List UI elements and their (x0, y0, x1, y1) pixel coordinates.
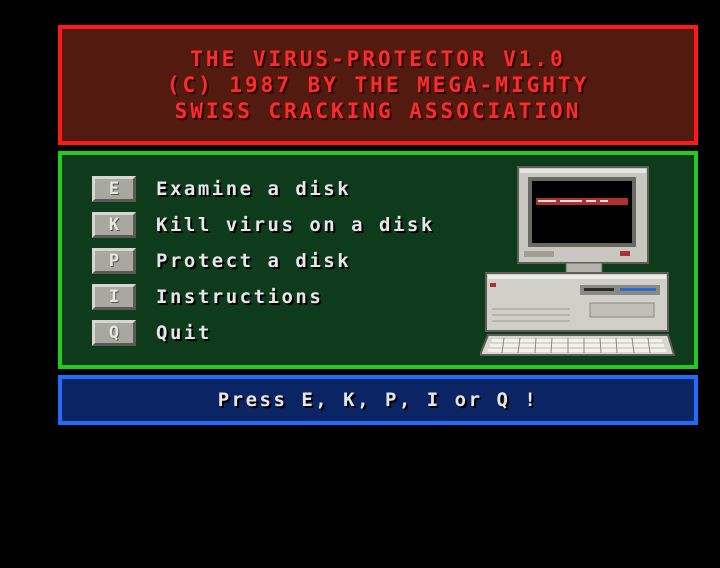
key-button-e[interactable]: E (92, 176, 136, 202)
menu-item-examine[interactable]: E Examine a disk (92, 175, 351, 203)
title-line-1: THE VIRUS-PROTECTOR V1.0 (190, 47, 566, 71)
prompt-text: Press E, K, P, I or Q ! (217, 389, 539, 411)
key-button-i[interactable]: I (92, 284, 136, 310)
amiga-computer-icon (480, 166, 676, 356)
menu-item-instructions[interactable]: I Instructions (92, 283, 323, 311)
menu-panel: E Examine a disk K Kill virus on a disk … (58, 151, 698, 369)
title-line-2: (C) 1987 BY THE MEGA-MIGHTY (166, 73, 590, 97)
menu-item-kill-virus[interactable]: K Kill virus on a disk (92, 211, 435, 239)
menu-label-instructions: Instructions (156, 286, 324, 308)
menu-label-protect: Protect a disk (156, 250, 352, 272)
menu-label-kill-virus: Kill virus on a disk (156, 214, 435, 236)
menu-item-protect[interactable]: P Protect a disk (92, 247, 351, 275)
key-button-p[interactable]: P (92, 248, 136, 274)
title-panel: THE VIRUS-PROTECTOR V1.0 (C) 1987 BY THE… (58, 25, 698, 145)
menu-label-examine: Examine a disk (156, 178, 352, 200)
title-line-3: SWISS CRACKING ASSOCIATION (174, 99, 582, 123)
key-button-k[interactable]: K (92, 212, 136, 238)
prompt-panel: Press E, K, P, I or Q ! (58, 375, 698, 425)
key-button-q[interactable]: Q (92, 320, 136, 346)
menu-item-quit[interactable]: Q Quit (92, 319, 212, 347)
menu-label-quit: Quit (156, 322, 212, 344)
